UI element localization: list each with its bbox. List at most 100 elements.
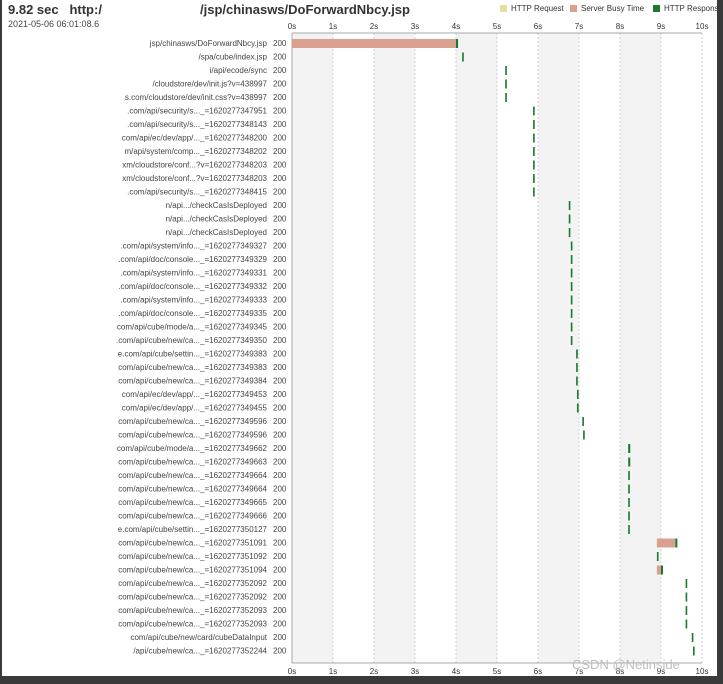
http-response-bar: [582, 417, 584, 426]
request-url: .com/api/cube/new/ca..._=1620277349350: [116, 336, 268, 345]
request-url: com/api/cube/new/ca..._=1620277349665: [118, 498, 267, 507]
x-tick-label-bottom: 1s: [329, 667, 337, 676]
server-busy-bar: [656, 565, 661, 575]
request-url: i/api/ecode/sync: [210, 66, 267, 75]
status-code: 200: [273, 174, 287, 183]
request-url: n/api.../checkCasIsDeployed: [166, 228, 267, 237]
server-busy-bar: [656, 538, 676, 548]
x-tick-label-bottom: 4s: [452, 667, 460, 676]
request-url: com/api/ec/dev/app/..._=1620277349453: [122, 390, 268, 399]
http-response-bar: [570, 295, 573, 305]
request-url: com/api/cube/mode/a..._=1620277349662: [117, 444, 268, 453]
status-code: 200: [273, 107, 287, 116]
request-url: e.com/api/cube/settin..._=1620277350127: [118, 525, 268, 534]
x-tick-label-bottom: 5s: [493, 667, 501, 676]
x-tick-label-top: 3s: [411, 22, 419, 31]
time-band: [292, 33, 333, 663]
http-response-bar: [533, 147, 535, 156]
request-url: com/api/cube/new/ca..._=1620277352092: [118, 593, 267, 602]
request-url: /api/cube/new/ca..._=1620277352244: [133, 647, 267, 656]
status-code: 200: [273, 269, 287, 278]
request-url: /spa/cube/index.jsp: [199, 53, 268, 62]
http-response-bar: [570, 309, 573, 318]
x-tick-label-bottom: 0s: [288, 667, 296, 676]
request-url: .com/api/security/s..._=1620277348143: [127, 120, 267, 129]
waterfall-window: 9.82 sec http:/ /jsp/chinasws/DoForwardN…: [2, 0, 717, 676]
http-response-bar: [628, 511, 630, 521]
status-code: 200: [273, 512, 287, 521]
watermark: CSDN @Netinside: [572, 657, 680, 672]
x-tick-label-bottom: 3s: [411, 667, 419, 676]
status-code: 200: [273, 66, 287, 75]
status-code: 200: [273, 552, 287, 561]
status-code: 200: [273, 363, 287, 372]
http-response-bar: [456, 39, 459, 48]
status-code: 200: [273, 606, 287, 615]
http-response-bar: [533, 160, 535, 170]
status-code: 200: [273, 201, 287, 210]
server-busy-bar: [292, 39, 456, 48]
status-code: 200: [273, 242, 287, 251]
request-url: xm/cloudstore/conf...?v=1620277348203: [122, 161, 267, 170]
http-response-bar: [462, 52, 464, 62]
status-code: 200: [273, 620, 287, 629]
http-response-bar: [505, 66, 507, 75]
status-code: 200: [273, 282, 287, 291]
request-url: jsp/chinasws/DoForwardNbcy.jsp: [149, 39, 268, 48]
request-url: n/api.../checkCasIsDeployed: [166, 201, 267, 210]
request-url: com/api/cube/new/ca..._=1620277349664: [118, 485, 267, 494]
http-response-bar: [570, 241, 573, 251]
x-tick-label-top: 9s: [657, 22, 665, 31]
status-code: 200: [273, 525, 287, 534]
status-code: 200: [273, 147, 287, 156]
status-code: 200: [273, 390, 287, 399]
http-response-bar: [533, 106, 535, 116]
status-code: 200: [273, 444, 287, 453]
request-url: com/api/ec/dev/app/..._=1620277349455: [122, 404, 268, 413]
http-response-bar: [692, 646, 695, 656]
http-response-bar: [628, 525, 630, 534]
request-url: .com/api/doc/console..._=1620277349329: [118, 255, 267, 264]
http-response-bar: [656, 552, 659, 561]
request-url: e.com/api/cube/settin..._=1620277349383: [118, 350, 268, 359]
time-band: [456, 33, 497, 663]
status-code: 200: [273, 404, 287, 413]
status-code: 200: [273, 188, 287, 197]
request-url: com/api/cube/mode/a..._=1620277349345: [117, 323, 268, 332]
status-code: 200: [273, 336, 287, 345]
http-response-bar: [576, 403, 579, 413]
http-response-bar: [505, 79, 507, 89]
request-url: .com/api/security/s..._=1620277347951: [127, 107, 267, 116]
status-code: 200: [273, 255, 287, 264]
status-code: 200: [273, 485, 287, 494]
request-url: com/api/cube/new/ca..._=1620277352092: [118, 579, 267, 588]
status-code: 200: [273, 498, 287, 507]
status-code: 200: [273, 350, 287, 359]
request-url: com/api/cube/new/ca..._=1620277349666: [118, 512, 267, 521]
x-tick-label-top: 7s: [575, 22, 583, 31]
http-response-bar: [533, 120, 535, 129]
http-response-bar: [533, 133, 535, 143]
status-code: 200: [273, 80, 287, 89]
request-url: .com/api/doc/console..._=1620277349332: [118, 282, 267, 291]
http-response-bar: [628, 444, 631, 453]
http-response-bar: [576, 363, 578, 372]
status-code: 200: [273, 431, 287, 440]
status-code: 200: [273, 566, 287, 575]
http-response-bar: [576, 376, 578, 386]
status-code: 200: [273, 215, 287, 224]
http-response-bar: [568, 214, 571, 224]
http-response-bar: [568, 228, 571, 237]
request-url: xm/cloudstore/conf...?v=1620277348203: [122, 174, 267, 183]
request-url: com/api/cube/new/ca..._=1620277351094: [118, 566, 267, 575]
http-response-bar: [505, 93, 507, 102]
request-url: m/api/system/comp..._=1620277348202: [124, 147, 267, 156]
status-code: 200: [273, 161, 287, 170]
request-url: com/api/cube/new/ca..._=1620277352093: [118, 606, 267, 615]
http-response-bar: [570, 255, 573, 264]
status-code: 200: [273, 377, 287, 386]
time-band: [538, 33, 579, 663]
x-tick-label-top: 1s: [329, 22, 337, 31]
http-response-bar: [568, 201, 571, 210]
http-response-bar: [533, 187, 535, 197]
